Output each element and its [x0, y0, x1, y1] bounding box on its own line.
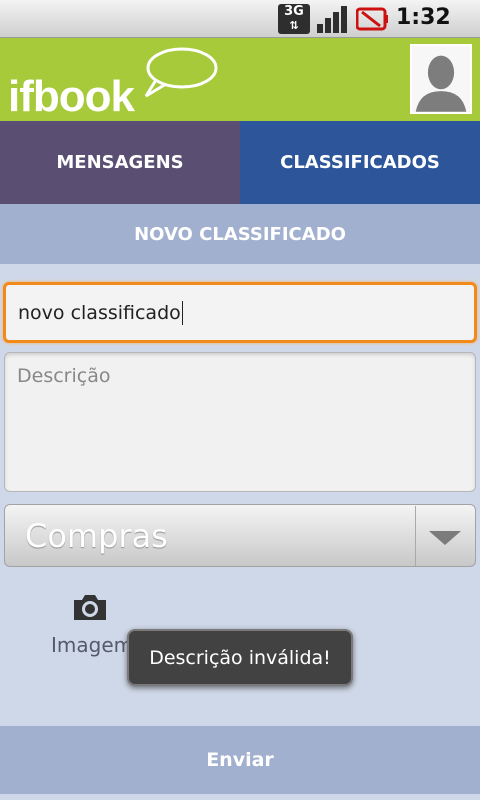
battery-alert-icon — [356, 7, 388, 31]
tab-mensagens[interactable]: MENSAGENS — [0, 121, 240, 204]
select-divider — [415, 506, 416, 566]
app-header: ifbook — [0, 38, 480, 121]
category-selected-value: Compras — [25, 517, 168, 555]
category-select[interactable]: Compras — [4, 504, 476, 567]
toast-message: Descrição inválida! — [127, 629, 353, 686]
submit-button[interactable]: Enviar — [0, 726, 480, 794]
avatar[interactable] — [410, 44, 472, 114]
network-3g-icon: 3G ⇅ — [278, 4, 310, 34]
text-caret — [181, 300, 183, 325]
description-placeholder: Descrição — [17, 365, 111, 387]
tab-classificados[interactable]: CLASSIFICADOS — [240, 121, 480, 204]
user-silhouette-icon — [415, 55, 467, 112]
title-input-value: novo classificado — [18, 301, 181, 324]
chevron-down-icon[interactable] — [429, 531, 461, 545]
image-label[interactable]: Imagem — [51, 633, 133, 657]
network-type-label: 3G — [284, 4, 304, 19]
bottom-strip — [0, 794, 480, 800]
description-input[interactable]: Descrição — [4, 352, 476, 492]
tab-bar: MENSAGENS CLASSIFICADOS — [0, 121, 480, 204]
title-input[interactable]: novo classificado — [3, 282, 477, 343]
app-logo: ifbook — [8, 72, 135, 121]
clock-time: 1:32 — [396, 5, 451, 30]
page-title: NOVO CLASSIFICADO — [0, 204, 480, 264]
camera-icon[interactable] — [72, 592, 108, 622]
speech-bubble-icon — [144, 47, 218, 98]
signal-strength-icon — [317, 6, 347, 33]
status-bar: 3G ⇅ 1:32 PM — [0, 0, 480, 53]
